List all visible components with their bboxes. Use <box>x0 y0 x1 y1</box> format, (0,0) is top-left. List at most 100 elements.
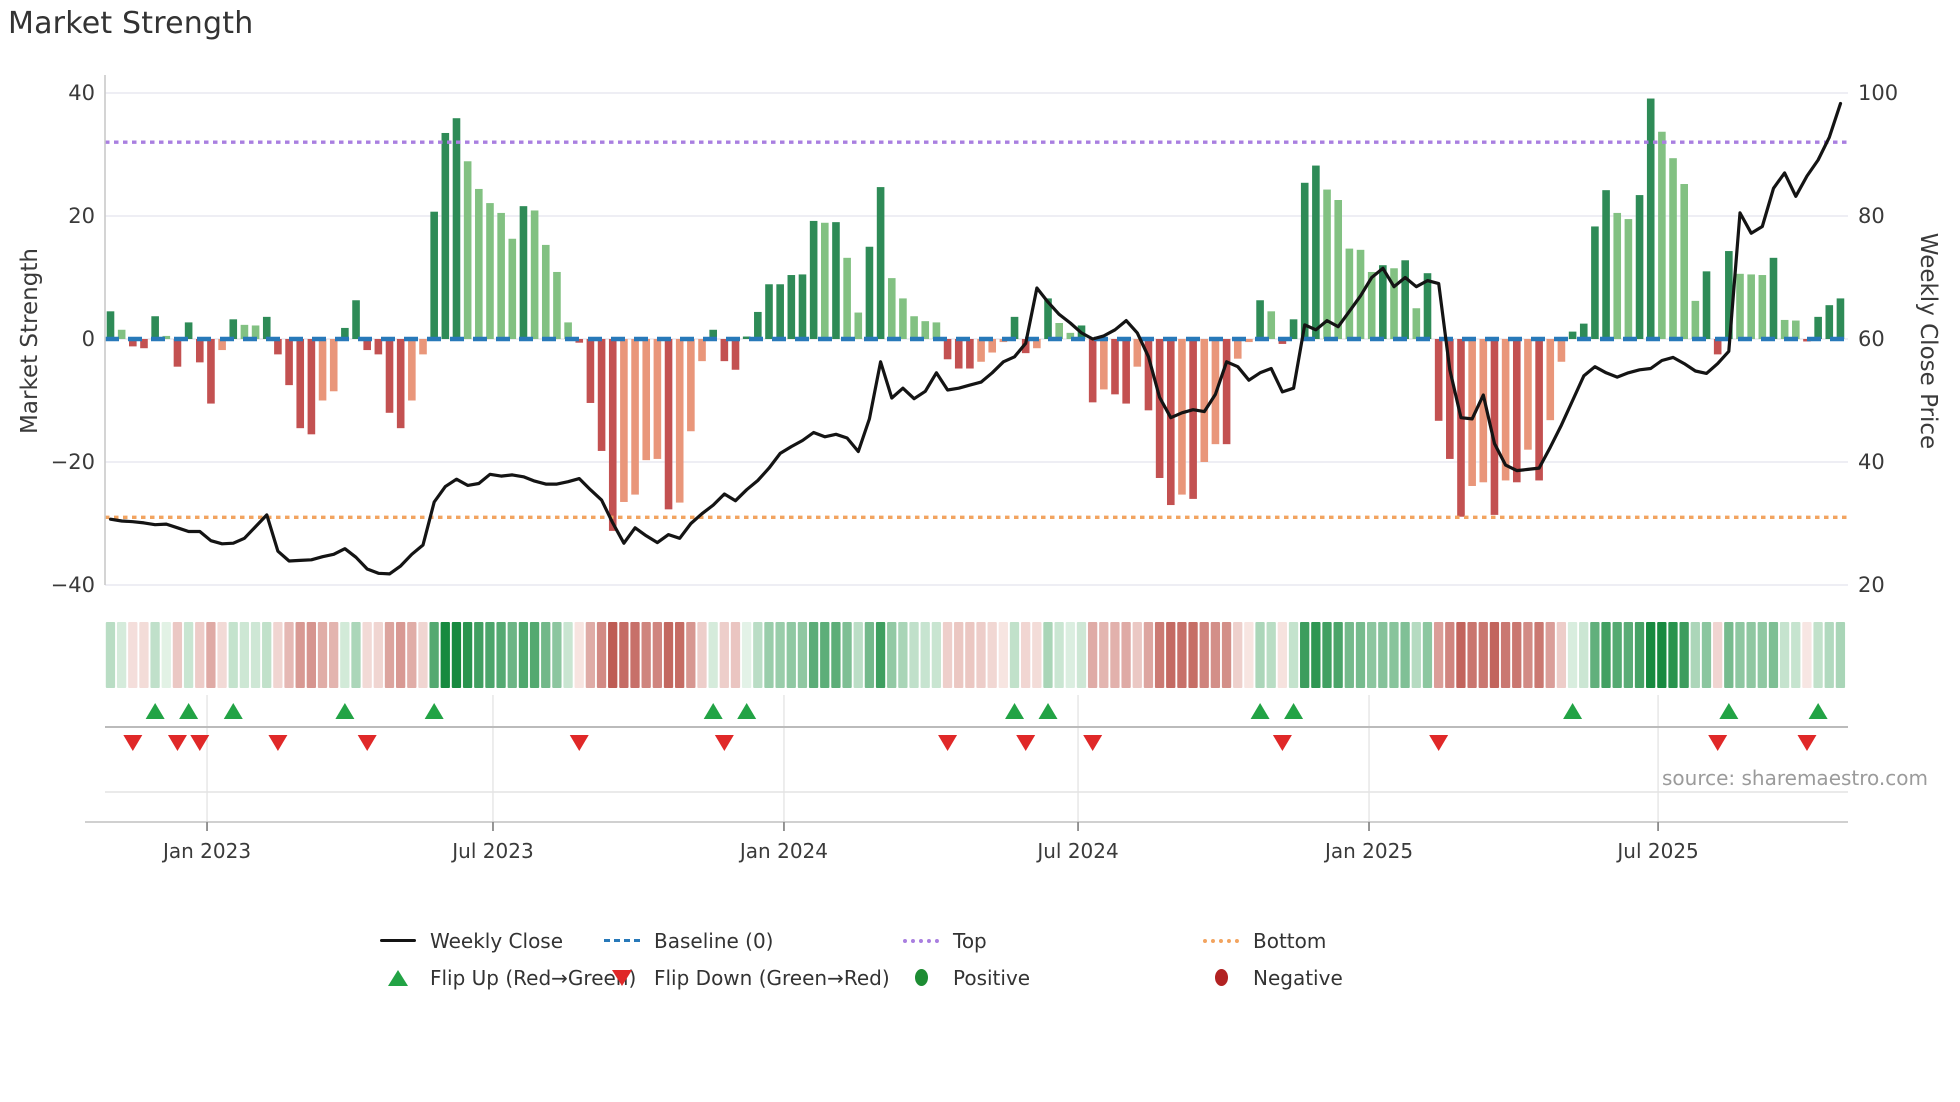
x-tick-label: Jan 2023 <box>161 839 251 863</box>
strength-bar-positive <box>352 300 360 339</box>
heatmap-cell <box>630 622 640 688</box>
legend-label: Bottom <box>1253 928 1327 953</box>
heatmap-cell <box>1579 622 1589 688</box>
strength-bar-negative <box>1546 339 1555 421</box>
heatmap-cell <box>329 622 339 688</box>
heatmap-cell <box>1445 622 1455 688</box>
flip-up-marker <box>1563 703 1583 719</box>
flip-down-marker <box>167 735 187 751</box>
heatmap-cell <box>1712 622 1723 688</box>
heatmap-cell <box>541 622 551 688</box>
heatmap-cell <box>440 622 450 688</box>
heatmap-cell <box>1534 622 1544 688</box>
heatmap-cell <box>228 622 238 688</box>
heatmap-cell <box>128 622 138 688</box>
strength-bar-positive <box>1747 274 1755 339</box>
heatmap-cell <box>172 622 183 688</box>
heatmap-cell <box>1489 622 1500 688</box>
strength-bar-positive <box>1680 184 1689 339</box>
heatmap-cell <box>976 622 986 688</box>
strength-bar-positive <box>1836 298 1845 339</box>
strength-bar-positive <box>1300 182 1309 339</box>
strength-bar-positive <box>508 238 517 339</box>
legend-item-baseline: Baseline (0) <box>602 929 901 953</box>
strength-bar-positive <box>921 321 930 339</box>
weekly-close-line-swatch <box>380 939 416 942</box>
strength-bar-positive <box>1658 131 1666 339</box>
strength-bar-positive <box>1312 165 1320 339</box>
strength-bar-negative <box>731 339 740 370</box>
legend-item-negative: Negative <box>1201 966 1441 990</box>
strength-bar-negative <box>653 339 662 459</box>
heatmap-cell <box>1623 622 1633 688</box>
heatmap-cell <box>462 622 473 688</box>
heatmap-cell <box>1099 622 1109 688</box>
strength-bar-positive <box>776 284 784 339</box>
strength-bar-positive <box>1412 308 1421 339</box>
strength-bar-positive <box>1568 331 1577 339</box>
strength-bar-positive <box>1289 319 1298 339</box>
heatmap-cell <box>1043 622 1053 688</box>
y-left-tick-label: −20 <box>51 450 95 474</box>
heatmap-cell <box>317 622 328 688</box>
heatmap-cell <box>1266 622 1276 688</box>
y-left-tick-label: 40 <box>68 81 95 105</box>
flip-down-marker <box>714 735 734 751</box>
heatmap-cell <box>239 622 250 688</box>
strength-bar-negative <box>385 339 394 413</box>
strength-bar-negative <box>631 339 639 495</box>
heatmap-cell <box>262 622 272 688</box>
strength-bar-positive <box>497 212 505 339</box>
heatmap-cell <box>1132 622 1142 688</box>
x-tick-label: Jan 2025 <box>1323 839 1413 863</box>
heatmap-cell <box>708 622 718 688</box>
heatmap-cell <box>1300 622 1310 688</box>
heatmap-cell <box>954 622 964 688</box>
flip-down-marker <box>268 735 288 751</box>
y-right-tick-label: 100 <box>1858 81 1898 105</box>
strength-bar-positive <box>262 316 271 339</box>
strength-bar-positive <box>1736 273 1744 339</box>
heatmap-cell <box>1768 622 1779 688</box>
flip-up-marker <box>145 703 165 719</box>
heatmap-cell <box>518 622 529 688</box>
heatmap-cell <box>987 622 997 688</box>
strength-bar-negative <box>285 339 293 386</box>
heatmap-cell <box>1032 622 1042 688</box>
baseline-dash-swatch <box>604 939 640 942</box>
heatmap-cell <box>1355 622 1366 688</box>
heatmap-cell <box>206 622 216 688</box>
heatmap-cell <box>797 622 808 688</box>
strength-bar-positive <box>151 316 159 339</box>
strength-bar-negative <box>687 339 695 432</box>
flip-down-marker <box>1708 735 1728 751</box>
flip-up-marker <box>1284 703 1304 719</box>
heatmap-cell <box>1366 622 1377 688</box>
heatmap-cell <box>875 622 886 688</box>
strength-bar-negative <box>173 339 182 367</box>
flip-down-marker <box>1272 735 1292 751</box>
heatmap-cell <box>306 622 316 688</box>
strength-bar-positive <box>1602 190 1610 339</box>
heatmap-cell <box>1210 622 1221 688</box>
strength-bar-negative <box>642 339 651 461</box>
heatmap-cell <box>1244 622 1254 688</box>
strength-bar-positive <box>1591 226 1599 339</box>
heatmap-cell <box>150 622 160 688</box>
heatmap-cell <box>942 622 953 688</box>
heatmap-cell <box>1255 622 1265 688</box>
strength-bar-positive <box>1401 260 1409 339</box>
heatmap-cell <box>652 622 662 688</box>
strength-bar-positive <box>1256 300 1264 339</box>
y-right-tick-label: 60 <box>1858 327 1885 351</box>
legend-item-flip-down: Flip Down (Green→Red) <box>602 966 901 990</box>
heatmap-cell <box>1311 622 1321 688</box>
strength-bar-negative <box>597 339 606 451</box>
strength-bar-negative <box>1434 339 1443 421</box>
heatmap-cell <box>1779 622 1790 688</box>
strength-bar-negative <box>195 339 204 363</box>
heatmap-cell <box>1556 622 1567 688</box>
strength-bar-positive <box>452 118 461 339</box>
strength-bar-positive <box>1758 275 1767 339</box>
strength-bar-negative <box>1222 339 1231 445</box>
